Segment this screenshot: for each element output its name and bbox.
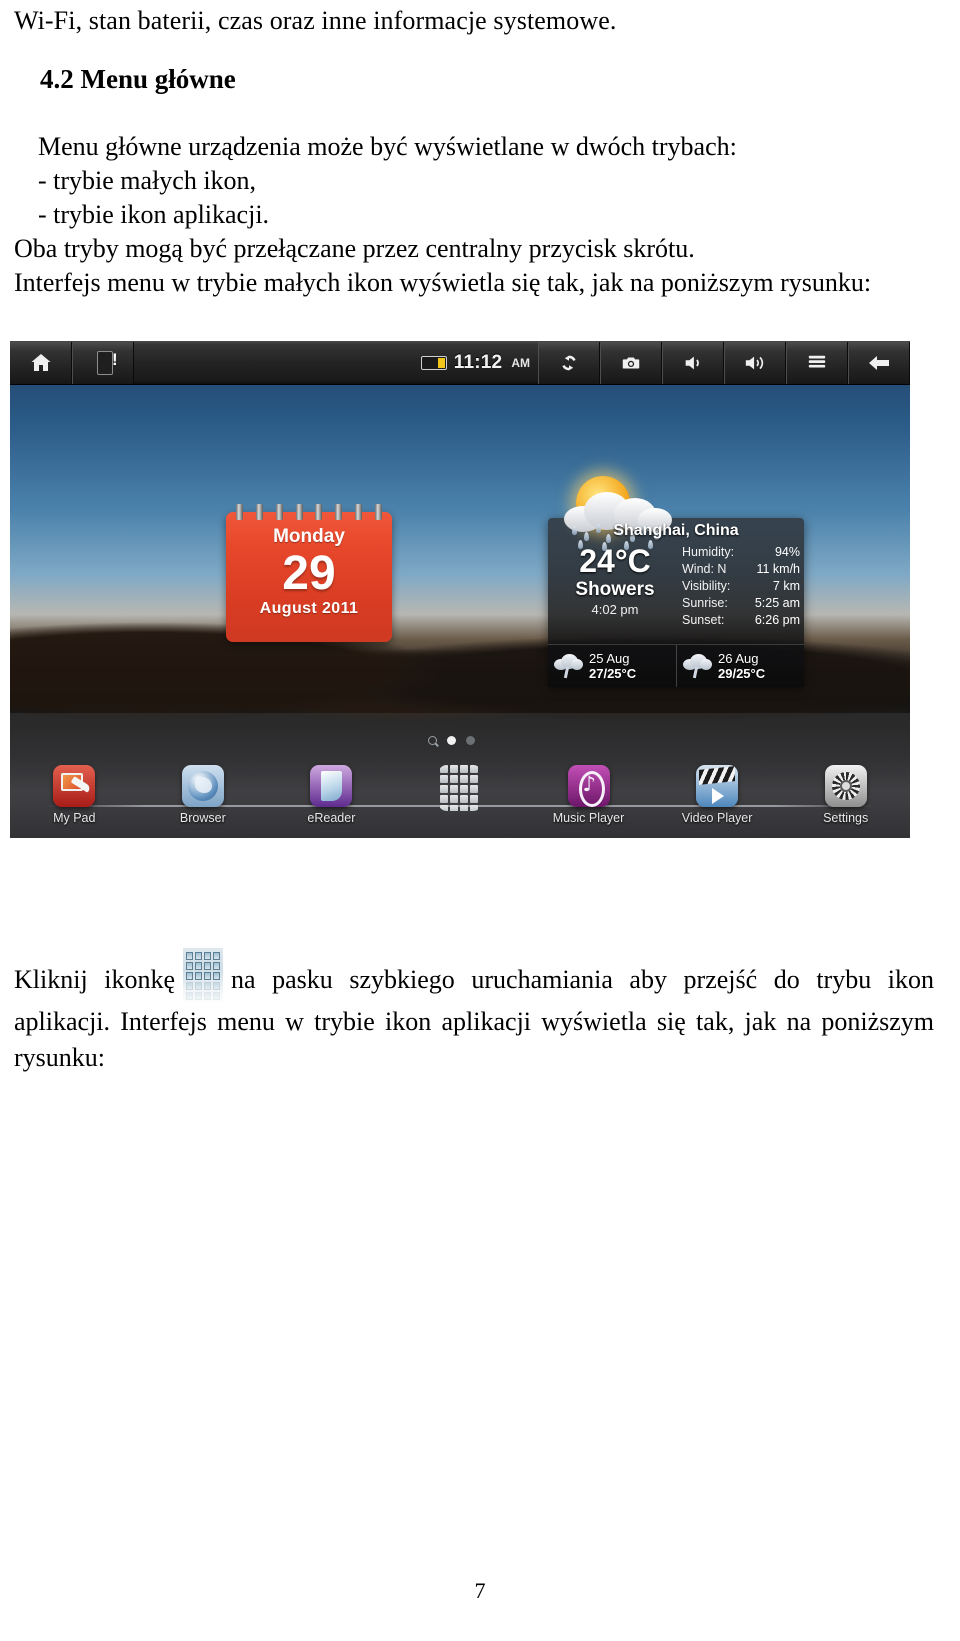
paragraph-line-2: - trybie małych ikon,	[38, 166, 257, 195]
weather-detail-label: Visibility:	[682, 579, 731, 593]
app-dock: My Pad Browser eReader ♪ Music Player Vi…	[10, 759, 910, 838]
battery-icon	[420, 355, 447, 370]
forecast-day[interactable]: 25 Aug 27/25°C	[548, 645, 676, 687]
weather-detail-value: 7 km	[772, 579, 800, 593]
dock-app-label: My Pad	[53, 811, 96, 825]
video-clapboard-icon	[696, 765, 739, 807]
status-bar-spacer	[134, 342, 413, 384]
clock-ampm: AM	[511, 355, 530, 370]
weather-detail-label: Wind: N	[682, 562, 727, 576]
weather-location: Shanghai, China	[613, 522, 739, 539]
manual-page: Wi-Fi, stan baterii, czas oraz inne info…	[0, 0, 960, 1641]
weather-detail-value: 11 km/h	[756, 562, 800, 576]
weather-details: Humidity: 94% Wind: N 11 km/h Visibility…	[682, 544, 800, 629]
status-clock-area[interactable]: 11:12 AM	[413, 342, 538, 384]
paragraph-line-5: Interfejs menu w trybie małych ikon wyśw…	[14, 268, 872, 297]
sdcard-warning-icon	[97, 350, 118, 375]
home-page-indicator	[428, 733, 492, 747]
calendar-day-number: 29	[282, 547, 336, 600]
browser-globe-icon	[181, 765, 224, 807]
volume-up-icon	[743, 352, 767, 374]
status-bar: 11:12 AM	[10, 341, 910, 385]
dock-app-label: Settings	[823, 811, 869, 825]
rain-cloud-icon	[683, 653, 713, 679]
search-icon[interactable]	[428, 735, 437, 745]
forecast-day[interactable]: 26 Aug 29/25°C	[676, 645, 804, 687]
weather-detail-value: 6:26 pm	[754, 613, 800, 627]
paragraph-line-4: Oba tryby mogą być przełączane przez cen…	[14, 234, 695, 263]
bottom-paragraph: Kliknij ikonkę na pasku szybkiego urucham…	[14, 948, 934, 1076]
menu-button[interactable]	[786, 341, 848, 384]
weather-forecast[interactable]: 25 Aug 27/25°C 26 Aug 29/25°C	[548, 644, 804, 687]
forecast-temps: 27/25°C	[589, 666, 637, 681]
page-dot[interactable]	[466, 735, 475, 745]
app-grid-icon	[438, 765, 482, 811]
page-dot-active[interactable]	[447, 735, 456, 745]
paragraph-line-1: Menu główne urządzenia może być wyświetl…	[38, 132, 737, 161]
weather-widget[interactable]: Shanghai, China 24°C Showers 4:02 pm Hum…	[548, 476, 804, 644]
back-arrow-icon	[867, 353, 891, 373]
home-icon	[29, 351, 53, 375]
paragraph-line-3: - trybie ikon aplikacji.	[38, 200, 270, 229]
calendar-widget[interactable]: Monday 29 August 2011	[226, 504, 392, 642]
music-note-icon	[567, 765, 610, 807]
page-number: 7	[474, 1578, 486, 1603]
rain-cloud-icon	[554, 653, 584, 679]
dock-app-music-player[interactable]: Music Player	[533, 765, 645, 825]
weather-condition: Showers	[575, 579, 655, 600]
dock-app-ereader[interactable]: eReader	[275, 765, 387, 825]
section-heading: 4.2 Menu główne	[40, 64, 236, 94]
clock-time: 11:12	[453, 351, 503, 373]
weather-current: 24°C Showers 4:02 pm	[556, 544, 674, 619]
camera-icon	[620, 352, 642, 374]
bottom-paragraph-part1: Kliknij ikonkę	[14, 965, 176, 994]
volume-up-button[interactable]	[724, 341, 786, 384]
dock-app-mypad[interactable]: My Pad	[18, 765, 130, 825]
back-button[interactable]	[848, 341, 910, 384]
calendar-month-year: August 2011	[259, 600, 359, 617]
dock-app-label: Music Player	[552, 811, 625, 825]
refresh-icon	[558, 352, 580, 374]
dock-app-video-player[interactable]: Video Player	[661, 765, 773, 825]
intro-line: Wi-Fi, stan baterii, czas oraz inne info…	[14, 6, 617, 35]
weather-detail-visibility: Visibility: 7 km	[682, 578, 800, 595]
dock-items: My Pad Browser eReader ♪ Music Player Vi…	[10, 759, 910, 838]
intro-paragraph: Menu główne urządzenia może być wyświetl…	[14, 130, 934, 300]
weather-detail-label: Humidity:	[682, 545, 735, 559]
weather-detail-value: 5:25 am	[754, 596, 800, 610]
dock-app-grid-launcher[interactable]	[404, 765, 516, 815]
mypad-icon	[53, 765, 96, 807]
weather-detail-wind: Wind: N 11 km/h	[682, 561, 800, 578]
ereader-icon	[310, 765, 353, 807]
weather-detail-humidity: Humidity: 94%	[682, 544, 800, 561]
forecast-temps: 29/25°C	[718, 666, 766, 681]
settings-gear-icon	[824, 765, 867, 807]
weather-detail-value: 94%	[774, 545, 800, 559]
dock-app-label: eReader	[307, 811, 356, 825]
screenshot-button[interactable]	[600, 341, 662, 384]
calendar-rings	[236, 504, 382, 520]
dock-app-browser[interactable]: Browser	[147, 765, 259, 825]
forecast-date: 25 Aug	[589, 651, 630, 666]
app-grid-icon-inline	[183, 948, 224, 1004]
volume-down-icon	[682, 352, 704, 374]
weather-detail-sunrise: Sunrise: 5:25 am	[682, 595, 800, 612]
refresh-button[interactable]	[538, 341, 600, 384]
weather-observed-time: 4:02 pm	[591, 602, 639, 617]
weather-detail-label: Sunset:	[682, 613, 725, 627]
weather-detail-sunset: Sunset: 6:26 pm	[682, 612, 800, 629]
dock-app-label: Video Player	[681, 811, 753, 825]
dock-app-label: Browser	[179, 811, 226, 825]
menu-icon	[806, 353, 828, 373]
dock-app-settings[interactable]: Settings	[790, 765, 902, 825]
home-button[interactable]	[10, 341, 72, 384]
sdcard-status[interactable]	[72, 341, 134, 384]
forecast-date: 26 Aug	[718, 651, 759, 666]
tablet-home-screenshot: 11:12 AM	[10, 341, 910, 838]
volume-down-button[interactable]	[662, 341, 724, 384]
weather-detail-label: Sunrise:	[682, 596, 728, 610]
weather-temperature: 24°C	[579, 543, 651, 579]
